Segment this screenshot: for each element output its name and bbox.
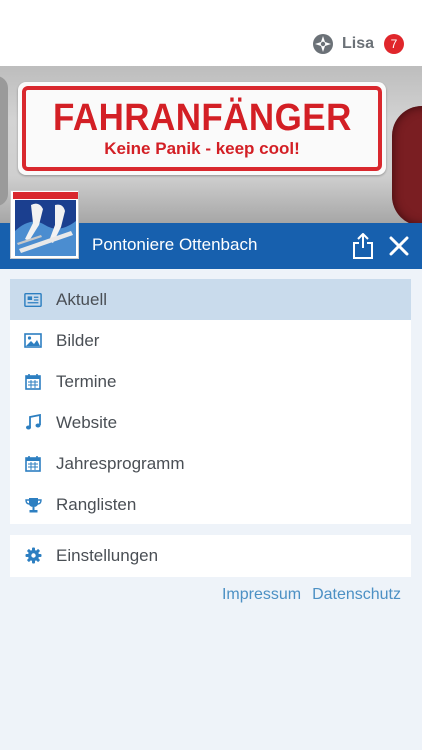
menu-item-ranglisten[interactable]: Ranglisten xyxy=(10,484,411,525)
notification-badge[interactable]: 7 xyxy=(384,34,404,54)
user-logo-icon xyxy=(312,34,333,54)
main-menu: Aktuell Bilder Termine Website Jahrespro… xyxy=(10,279,411,524)
menu-item-website[interactable]: Website xyxy=(10,402,411,443)
menu-item-einstellungen[interactable]: Einstellungen xyxy=(10,535,411,576)
menu-item-label: Aktuell xyxy=(56,289,108,309)
impressum-link[interactable]: Impressum xyxy=(222,586,301,604)
trophy-icon xyxy=(24,496,42,514)
club-logo xyxy=(10,190,79,259)
gear-icon xyxy=(24,547,42,565)
menu-item-aktuell[interactable]: Aktuell xyxy=(10,279,411,320)
car-tail-light xyxy=(392,106,422,223)
car-edge xyxy=(0,76,8,206)
bumper-sign: FAHRANFÄNGER Keine Panik - keep cool! xyxy=(18,82,386,175)
menu-item-label: Einstellungen xyxy=(56,545,159,565)
user-menu[interactable]: Lisa 7 xyxy=(312,31,404,57)
menu-item-label: Bilder xyxy=(56,330,100,350)
menu-item-label: Ranglisten xyxy=(56,494,137,514)
menu-item-bilder[interactable]: Bilder xyxy=(10,320,411,361)
menu-item-label: Jahresprogramm xyxy=(56,453,185,473)
calendar-icon xyxy=(24,373,42,391)
settings-panel: Einstellungen xyxy=(10,535,411,577)
footer-links: Impressum Datenschutz xyxy=(222,586,401,604)
sign-title: FAHRANFÄNGER xyxy=(52,96,352,139)
share-icon[interactable] xyxy=(352,233,374,259)
datenschutz-link[interactable]: Datenschutz xyxy=(312,586,401,604)
club-name: Pontoniere Ottenbach xyxy=(92,235,258,254)
newspaper-icon xyxy=(24,291,42,309)
sign-subtitle: Keine Panik - keep cool! xyxy=(104,138,300,158)
music-note-icon xyxy=(24,414,42,432)
user-name: Lisa xyxy=(341,35,374,52)
menu-item-termine[interactable]: Termine xyxy=(10,361,411,402)
calendar-icon xyxy=(24,455,42,473)
menu-item-jahresprogramm[interactable]: Jahresprogramm xyxy=(10,443,411,484)
menu-item-label: Termine xyxy=(56,371,117,391)
close-icon[interactable] xyxy=(388,235,410,257)
menu-item-label: Website xyxy=(56,412,118,432)
image-icon xyxy=(24,332,42,350)
top-bar: Lisa 7 xyxy=(0,0,422,66)
